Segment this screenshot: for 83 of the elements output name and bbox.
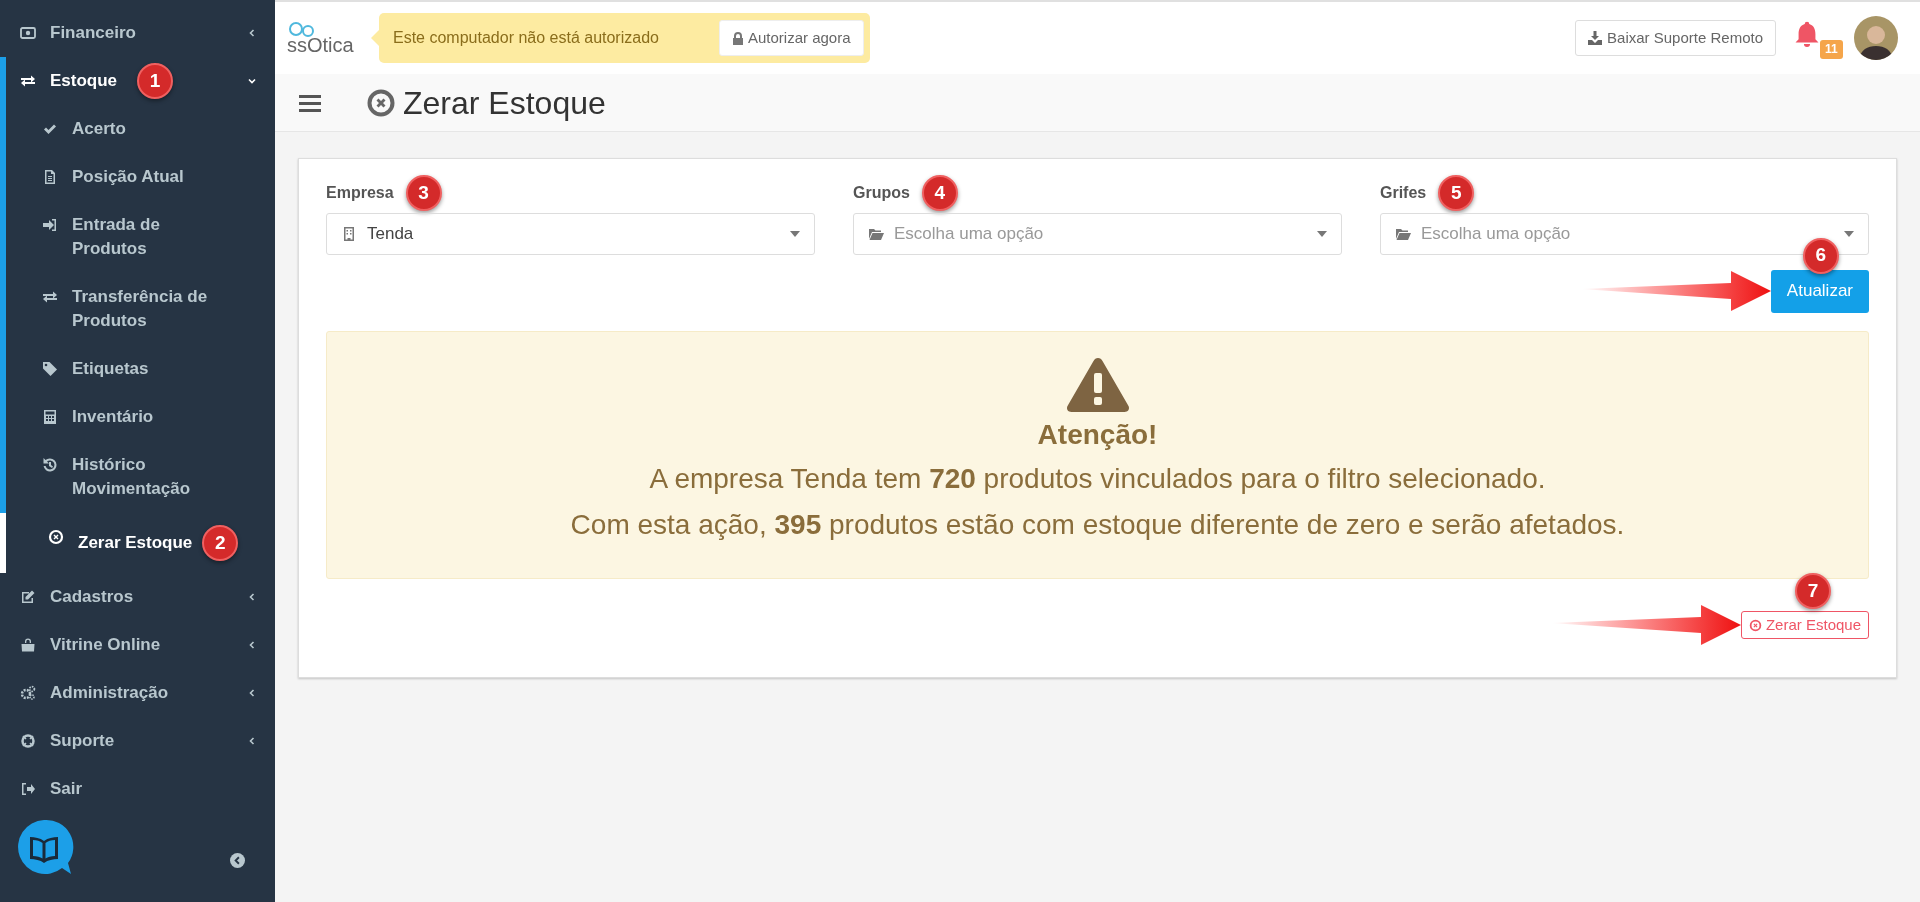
submenu-label: Zerar Estoque: [78, 532, 193, 554]
annotation-number: 3: [405, 175, 442, 211]
sidebar-label: Estoque: [50, 70, 118, 93]
select-value: Tenda: [367, 223, 414, 246]
logo-circles-icon: [287, 21, 317, 37]
sidebar-label: Financeiro: [50, 22, 136, 45]
field-label: Grifes: [1380, 183, 1427, 203]
sidebar-item[interactable]: Cadastros: [6, 573, 275, 621]
notice-text: Este computador não está autorizado: [393, 28, 659, 48]
sidebar-item[interactable]: Vitrine Online: [6, 621, 275, 669]
submenu-label: Posição Atual: [72, 166, 184, 188]
exchange-icon: [42, 289, 58, 305]
notification-bell-icon[interactable]: [1794, 20, 1820, 48]
annotation-number: 4: [921, 175, 958, 211]
banknote-icon: [20, 25, 36, 41]
shopping-bag-icon: [20, 637, 36, 653]
field-label: Grupos: [853, 183, 910, 203]
document-icon: [42, 169, 58, 185]
submenu-item[interactable]: Zerar Estoque 2: [0, 513, 275, 573]
sidebar-label: Cadastros: [50, 586, 134, 609]
annotation-number: 2: [202, 525, 239, 561]
notification-count: 11: [1820, 40, 1843, 59]
field-label: Empresa: [326, 183, 394, 203]
submenu-item[interactable]: Histórico Movimentação: [6, 441, 275, 513]
alert-title: Atenção!: [1037, 418, 1158, 452]
warning-icon: [1065, 356, 1130, 412]
sidebar-label: Administração: [50, 682, 169, 705]
submenu-item[interactable]: Inventário: [6, 393, 275, 441]
dropdown-caret-icon: [1317, 231, 1327, 237]
sidebar-item[interactable]: Suporte: [6, 717, 275, 765]
lock-icon: [731, 31, 744, 45]
remote-support-button[interactable]: Baixar Suporte Remoto: [1575, 20, 1776, 56]
submenu-label: Histórico Movimentação: [72, 454, 192, 500]
annotation-number: 1: [137, 63, 174, 99]
building-icon: [341, 226, 357, 242]
select-field[interactable]: Tenda: [326, 213, 815, 255]
sidebar-item[interactable]: Financeiro: [6, 9, 275, 57]
select-placeholder: Escolha uma opção: [1421, 223, 1571, 246]
download-icon: [1588, 31, 1603, 45]
close-circle-icon: [1748, 618, 1762, 632]
submenu-label: Acerto: [72, 118, 126, 140]
annotation-number: 5: [1438, 175, 1475, 211]
submenu-label: Etiquetas: [72, 358, 149, 380]
sidebar-item[interactable]: Sair: [6, 765, 275, 813]
sidebar-label: Vitrine Online: [50, 634, 161, 657]
collapse-sidebar-icon[interactable]: [230, 853, 245, 868]
gears-icon: [20, 685, 36, 701]
submenu-item[interactable]: Entrada de Produtos: [6, 201, 275, 273]
submenu-item[interactable]: Posição Atual: [6, 153, 275, 201]
menu-icon[interactable]: [299, 93, 321, 112]
sign-out-icon: [20, 781, 36, 797]
sign-in-icon: [42, 217, 58, 233]
submenu-label: Inventário: [72, 406, 154, 428]
authorize-button[interactable]: Autorizar agora: [718, 20, 864, 56]
sidebar-label: Suporte: [50, 730, 115, 753]
sidebar-item[interactable]: Administração: [6, 669, 275, 717]
close-circle-icon: [367, 88, 395, 117]
edit-icon: [20, 589, 36, 605]
dropdown-caret-icon: [1844, 231, 1854, 237]
submenu-label: Transferência de Produtos: [72, 286, 209, 332]
folder-icon: [868, 226, 884, 242]
life-ring-icon: [20, 733, 36, 749]
submenu-item[interactable]: Transferência de Produtos: [6, 273, 275, 345]
avatar-icon[interactable]: [1854, 16, 1898, 60]
annotation-number: 7: [1794, 573, 1831, 609]
submenu-item[interactable]: Acerto: [6, 105, 275, 153]
alert-message: Com esta ação, 395 produtos estão com estoque diferente de zero e serão afetados.: [570, 508, 1625, 542]
history-icon: [42, 457, 58, 473]
logo: ssOtica: [287, 35, 354, 55]
calculator-icon: [42, 409, 58, 425]
submenu-item[interactable]: Etiquetas: [6, 345, 275, 393]
sidebar-label: Sair: [50, 778, 83, 801]
tag-icon: [42, 361, 58, 377]
sidebar-item[interactable]: Estoque 1: [6, 57, 275, 105]
select-placeholder: Escolha uma opção: [894, 223, 1044, 246]
dropdown-caret-icon: [790, 231, 800, 237]
page-title: Zerar Estoque: [403, 83, 606, 123]
exchange-icon: [20, 73, 36, 89]
submenu-label: Entrada de Produtos: [72, 214, 161, 260]
folder-icon: [1395, 226, 1411, 242]
annotation-number: 6: [1802, 237, 1839, 274]
alert-message: A empresa Tenda tem 720 produtos vinculados para o filtro selecionado.: [649, 462, 1546, 496]
close-circle-icon: [48, 529, 64, 545]
